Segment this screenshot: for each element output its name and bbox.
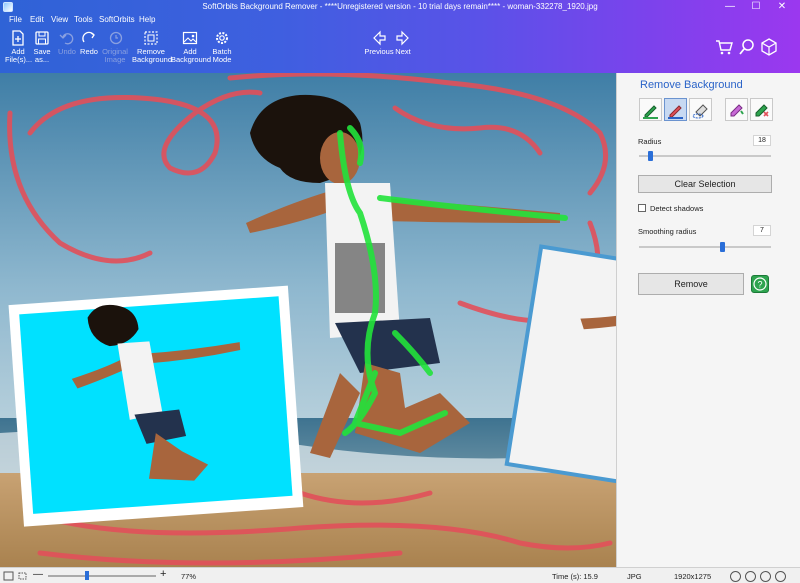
smoothing-radius-value[interactable]: 7 (753, 225, 771, 236)
window-chrome: SoftOrbits Background Remover - ****Unre… (0, 0, 800, 73)
next-button[interactable]: Next (392, 28, 414, 72)
auto-select-tool[interactable] (725, 98, 748, 121)
menu-tools[interactable]: Tools (74, 15, 93, 24)
radius-value[interactable]: 18 (753, 135, 771, 146)
detect-shadows-label: Detect shadows (650, 204, 704, 213)
undo-icon (59, 33, 74, 45)
smoothing-slider-track[interactable] (639, 246, 771, 248)
toolbar: Add File(s)... Save as... Undo Redo Orig… (0, 28, 800, 72)
search-icon[interactable] (738, 38, 756, 56)
eraser-tool[interactable] (689, 98, 712, 121)
zoom-out-icon[interactable]: — (33, 569, 43, 580)
previous-label: Previous (364, 47, 394, 56)
help-icon: ? (753, 277, 767, 291)
remove-marker-tool[interactable] (664, 98, 687, 121)
twitter-icon[interactable] (760, 571, 771, 582)
detect-shadows-checkbox[interactable] (638, 204, 646, 212)
remove-marker-icon (668, 105, 683, 119)
history-icon (109, 31, 123, 45)
add-files-label: Add File(s)... (5, 47, 33, 64)
help-button[interactable]: ? (751, 275, 769, 293)
cart-icon[interactable] (715, 38, 733, 56)
box-icon[interactable] (760, 38, 778, 56)
window-title: SoftOrbits Background Remover - ****Unre… (202, 2, 598, 11)
save-as-label: Save as... (33, 47, 51, 64)
add-file-icon (12, 30, 24, 46)
original-image-label: Original Image (102, 47, 128, 64)
remove-background-label: Remove Background (132, 47, 173, 64)
remove-background-panel: Remove Background Radius 18 Clear Select… (616, 73, 800, 567)
redo-icon (82, 31, 95, 43)
undo-button[interactable]: Undo (56, 28, 78, 72)
undo-label: Undo (58, 47, 76, 56)
add-background-button[interactable]: Add Background (171, 28, 212, 72)
minimize-button[interactable]: — (716, 0, 744, 14)
batch-mode-label: Batch Mode (212, 47, 232, 64)
save-icon (35, 31, 49, 45)
menu-help[interactable]: Help (139, 15, 155, 24)
auto-select-icon (730, 104, 744, 117)
zoom-level: 77% (181, 572, 197, 581)
keep-marker-icon (643, 105, 658, 119)
menu-softorbits[interactable]: SoftOrbits (99, 15, 135, 24)
image-format: JPG (627, 572, 642, 581)
add-files-button[interactable]: Add File(s)... (5, 28, 33, 72)
status-bar: — + 77% Time (s): 15.9 JPG 1920x1275 (0, 567, 800, 583)
smoothing-radius-label: Smoothing radius (638, 227, 697, 236)
lasso-eraser-icon (692, 104, 708, 119)
image-icon (182, 31, 198, 45)
menu-view[interactable]: View (51, 15, 68, 24)
zoom-slider-thumb[interactable] (85, 571, 90, 580)
facebook-icon[interactable] (745, 571, 756, 582)
close-button[interactable]: ✕ (768, 0, 796, 14)
batch-mode-button[interactable]: Batch Mode (210, 28, 234, 72)
redo-label: Redo (80, 47, 98, 56)
zoom-in-icon[interactable]: + (160, 568, 166, 580)
gear-icon (216, 32, 228, 44)
youtube-icon[interactable] (775, 571, 786, 582)
arrow-left-icon (373, 30, 386, 46)
processing-time: Time (s): 15.9 (552, 572, 598, 581)
add-background-label: Add Background (171, 47, 212, 64)
clear-selection-button[interactable]: Clear Selection (638, 175, 772, 193)
svg-text:?: ? (757, 280, 762, 290)
auto-remove-icon (755, 104, 769, 117)
remove-background-icon (144, 31, 158, 45)
cyan-background-preview (8, 285, 304, 527)
radius-slider-track[interactable] (639, 155, 771, 157)
auto-remove-tool[interactable] (750, 98, 773, 121)
remove-background-button[interactable]: Remove Background (132, 28, 173, 72)
zoom-slider-track[interactable] (48, 575, 156, 577)
image-canvas[interactable] (0, 73, 616, 567)
title-bar: SoftOrbits Background Remover - ****Unre… (0, 0, 800, 14)
panel-title: Remove Background (640, 79, 743, 91)
arrow-right-icon (396, 30, 409, 46)
fit-to-screen-icon[interactable] (3, 571, 14, 581)
remove-button[interactable]: Remove (638, 273, 744, 295)
radius-slider-thumb[interactable] (647, 151, 653, 161)
actual-size-icon[interactable] (17, 571, 28, 581)
radius-label: Radius (638, 137, 662, 146)
photo-preview (0, 73, 616, 567)
keep-marker-tool[interactable] (639, 98, 662, 121)
image-dimensions: 1920x1275 (674, 572, 712, 581)
menu-file[interactable]: File (9, 15, 22, 24)
save-as-button[interactable]: Save as... (31, 28, 53, 72)
smoothing-slider-thumb[interactable] (720, 242, 726, 252)
previous-button[interactable]: Previous (364, 28, 394, 72)
info-icon[interactable] (730, 571, 741, 582)
original-image-button[interactable]: Original Image (100, 28, 130, 72)
redo-button[interactable]: Redo (78, 28, 100, 72)
next-label: Next (395, 47, 411, 56)
maximize-button[interactable]: ☐ (742, 0, 770, 14)
menu-edit[interactable]: Edit (30, 15, 44, 24)
